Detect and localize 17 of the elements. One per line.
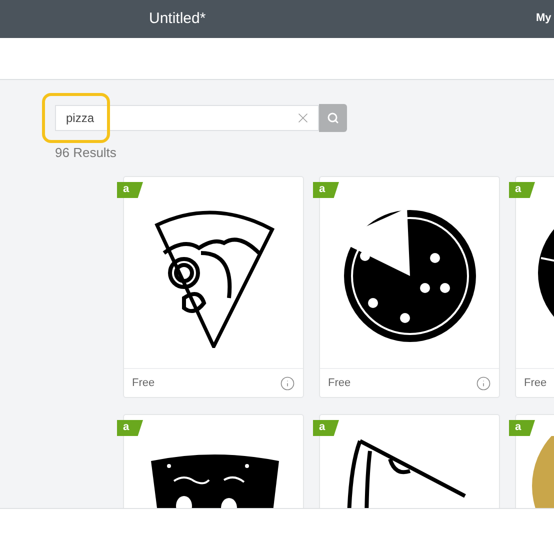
price-label: Free: [132, 377, 155, 389]
account-menu[interactable]: My: [536, 12, 552, 24]
source-badge: a: [117, 420, 143, 436]
info-icon[interactable]: [280, 376, 295, 390]
source-badge: a: [509, 182, 535, 198]
results-count: 96 Results: [54, 144, 118, 160]
info-icon[interactable]: [476, 376, 491, 390]
source-badge: a: [509, 420, 535, 436]
source-badge: a: [313, 420, 339, 436]
source-badge: a: [117, 182, 143, 198]
search-field[interactable]: pizza: [55, 105, 319, 131]
price-label: Free: [524, 377, 547, 389]
source-badge: a: [313, 182, 339, 198]
search-button[interactable]: [319, 104, 347, 132]
price-label: Free: [328, 377, 351, 389]
window-title: Untitled*: [149, 10, 206, 27]
search-icon: [327, 112, 339, 124]
